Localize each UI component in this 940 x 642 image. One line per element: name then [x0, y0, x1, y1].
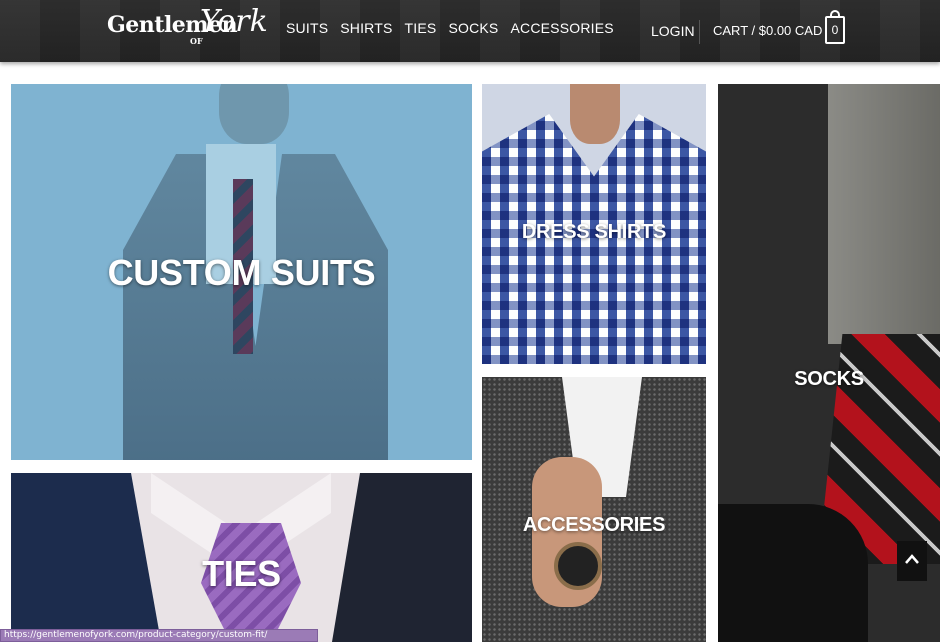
nav-item-shirts[interactable]: SHIRTS [340, 20, 392, 36]
shoe-image [718, 504, 868, 642]
logo-script: York [200, 4, 268, 39]
model-head [219, 84, 289, 144]
tile-label-socks: SOCKS [794, 368, 864, 390]
tile-label-accessories: ACCESSORIES [522, 514, 666, 536]
main-nav: SUITS SHIRTS TIES SOCKS ACCESSORIES [286, 20, 626, 36]
site-header: Gentlemen OF York SUITS SHIRTS TIES SOCK… [0, 0, 940, 62]
cart-link[interactable]: CART / $0.00 CAD [713, 23, 822, 38]
back-to-top-button[interactable] [897, 541, 927, 581]
tile-label-custom-suits: CUSTOM SUITS [107, 252, 376, 293]
nav-item-accessories[interactable]: ACCESSORIES [510, 20, 613, 36]
chevron-up-icon [905, 554, 919, 564]
tile-ties[interactable]: TIES [11, 473, 472, 642]
link-status-bar: https://gentlemenofyork.com/product-cate… [0, 629, 318, 642]
nav-item-socks[interactable]: SOCKS [448, 20, 498, 36]
cart-count[interactable]: 0 [825, 16, 845, 44]
nav-item-suits[interactable]: SUITS [286, 20, 328, 36]
header-divider [699, 20, 700, 44]
tile-accessories[interactable]: ACCESSORIES [482, 377, 706, 642]
tile-dress-shirts[interactable]: DRESS SHIRTS [482, 84, 706, 364]
model-neck [570, 84, 620, 144]
trouser-image [828, 84, 940, 344]
site-logo[interactable]: Gentlemen OF York [104, 4, 269, 56]
tile-custom-suits[interactable]: CUSTOM SUITS [11, 84, 472, 460]
tile-label-dress-shirts: DRESS SHIRTS [521, 221, 667, 243]
tile-label-ties: TIES [202, 553, 281, 594]
watch-image [554, 542, 602, 590]
login-link[interactable]: LOGIN [651, 23, 695, 39]
nav-item-ties[interactable]: TIES [405, 20, 437, 36]
